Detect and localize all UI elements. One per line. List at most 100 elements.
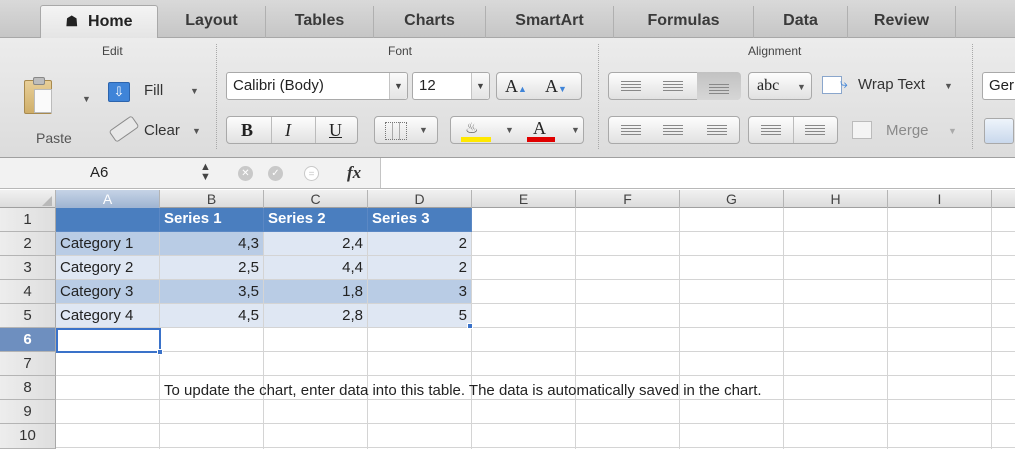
number-format-icon[interactable] [984, 118, 1014, 144]
table-header-cell[interactable]: Series 3 [368, 208, 472, 232]
table-cell[interactable]: 2,8 [264, 304, 368, 328]
table-cell[interactable]: Category 4 [56, 304, 160, 328]
grow-font-button[interactable]: A▲ [505, 76, 527, 97]
table-resize-handle[interactable] [467, 323, 473, 329]
number-format-combo[interactable]: Ger [982, 72, 1015, 100]
selected-cell-a6[interactable] [56, 328, 161, 353]
table-cell[interactable]: 4,5 [160, 304, 264, 328]
table-cell[interactable]: Category 2 [56, 256, 160, 280]
column-header-h[interactable]: H [784, 190, 888, 208]
table-header-cell[interactable]: Series 2 [264, 208, 368, 232]
align-left-icon[interactable] [621, 125, 641, 137]
tab-tables[interactable]: Tables [266, 6, 374, 38]
table-header-cell[interactable] [56, 208, 160, 232]
row-header-7[interactable]: 7 [0, 352, 56, 376]
table-cell[interactable]: 2 [368, 256, 472, 280]
row-header-6[interactable]: 6 [0, 328, 56, 352]
tab-formulas[interactable]: Formulas [614, 6, 754, 38]
table-cell[interactable]: 5 [368, 304, 472, 328]
table-cell[interactable]: Category 1 [56, 232, 160, 256]
select-all-corner[interactable] [0, 190, 56, 208]
font-size-combo[interactable]: 12 ▼ [412, 72, 490, 100]
decrease-indent-icon[interactable] [761, 125, 781, 137]
column-header-e[interactable]: E [472, 190, 576, 208]
align-top-icon[interactable] [621, 81, 641, 93]
name-box-stepper-icon[interactable]: ▲ ▼ [200, 162, 211, 183]
table-cell[interactable]: Category 3 [56, 280, 160, 304]
equals-icon[interactable]: = [304, 166, 319, 181]
font-name-combo[interactable]: Calibri (Body) ▼ [226, 72, 408, 100]
column-header-b[interactable]: B [160, 190, 264, 208]
formula-input[interactable] [380, 158, 1015, 188]
clear-button[interactable]: Clear ▼ [104, 115, 208, 144]
group-divider [598, 44, 599, 149]
insert-function-icon[interactable]: fx [347, 163, 361, 183]
fill-button[interactable]: ⇩ Fill ▼ [104, 78, 208, 104]
highlight-color-button[interactable]: ♨ [461, 119, 495, 143]
cancel-icon[interactable]: ✕ [238, 166, 253, 181]
row-header-3[interactable]: 3 [0, 256, 56, 280]
table-cell[interactable]: 2,4 [264, 232, 368, 256]
font-size-buttons: A▲ A▼ [496, 72, 582, 100]
row-header-5[interactable]: 5 [0, 304, 56, 328]
chevron-down-icon[interactable]: ▼ [505, 125, 514, 135]
align-middle-icon[interactable] [663, 81, 683, 93]
tab-review[interactable]: Review [848, 6, 956, 38]
wrap-arrow-icon: ⤷ [840, 75, 848, 91]
borders-icon [385, 122, 407, 140]
enter-icon[interactable]: ✓ [268, 166, 283, 181]
column-header-f[interactable]: F [576, 190, 680, 208]
table-cell[interactable]: 4,4 [264, 256, 368, 280]
align-right-icon[interactable] [707, 125, 727, 137]
chevron-down-icon[interactable]: ▼ [389, 73, 407, 99]
row-header-10[interactable]: 10 [0, 424, 56, 449]
column-header-g[interactable]: G [680, 190, 784, 208]
table-cell[interactable]: 3,5 [160, 280, 264, 304]
align-bottom-button[interactable] [697, 72, 741, 100]
column-header-a[interactable]: A [56, 190, 160, 208]
font-color-button[interactable]: A [525, 118, 559, 142]
table-header-cell[interactable]: Series 1 [160, 208, 264, 232]
increase-icon: ▲ [518, 84, 527, 94]
table-cell[interactable]: 4,3 [160, 232, 264, 256]
name-box[interactable]: A6 [0, 161, 220, 186]
underline-button[interactable]: U [329, 120, 342, 141]
row-header-1[interactable]: 1 [0, 208, 56, 232]
chevron-down-icon[interactable]: ▼ [571, 125, 580, 135]
chevron-down-icon: ▼ [797, 82, 806, 92]
column-header-d[interactable]: D [368, 190, 472, 208]
column-header-c[interactable]: C [264, 190, 368, 208]
orientation-button[interactable]: abc ▼ [748, 72, 812, 100]
table-cell[interactable]: 1,8 [264, 280, 368, 304]
increase-indent-icon[interactable] [805, 125, 825, 137]
wrap-text-button[interactable]: ⤷ Wrap Text ▼ [820, 72, 960, 100]
formula-bar: A6 ▲ ▼ ✕ ✓ = fx [0, 158, 1015, 189]
chevron-down-icon: ▼ [190, 86, 199, 96]
row-header-8[interactable]: 8 [0, 376, 56, 400]
italic-button[interactable]: I [285, 120, 291, 141]
column-header-i[interactable]: I [888, 190, 992, 208]
borders-button[interactable]: ▼ [374, 116, 438, 144]
row-header-4[interactable]: 4 [0, 280, 56, 304]
shrink-font-button[interactable]: A▼ [545, 76, 567, 97]
row-header-9[interactable]: 9 [0, 400, 56, 424]
tab-layout[interactable]: Layout [158, 6, 266, 38]
chevron-down-icon: ▼ [948, 126, 957, 136]
tab-data[interactable]: Data [754, 6, 848, 38]
align-center-icon[interactable] [663, 125, 683, 137]
group-title-font: Font [388, 44, 413, 58]
fill-handle[interactable] [157, 349, 163, 355]
tab-home[interactable]: ☗ Home [40, 5, 158, 39]
bold-button[interactable]: B [241, 120, 253, 141]
tab-smartart[interactable]: SmartArt [486, 6, 614, 38]
group-title-alignment: Alignment [748, 44, 802, 58]
table-cell[interactable]: 2,5 [160, 256, 264, 280]
tab-charts[interactable]: Charts [374, 6, 486, 38]
paste-button[interactable]: ▼ Paste [18, 68, 96, 153]
table-cell[interactable]: 2 [368, 232, 472, 256]
row-header-2[interactable]: 2 [0, 232, 56, 256]
chevron-down-icon[interactable]: ▼ [471, 73, 489, 99]
divider [271, 117, 272, 143]
table-cell[interactable]: 3 [368, 280, 472, 304]
merge-button[interactable]: Merge ▼ [850, 118, 962, 144]
